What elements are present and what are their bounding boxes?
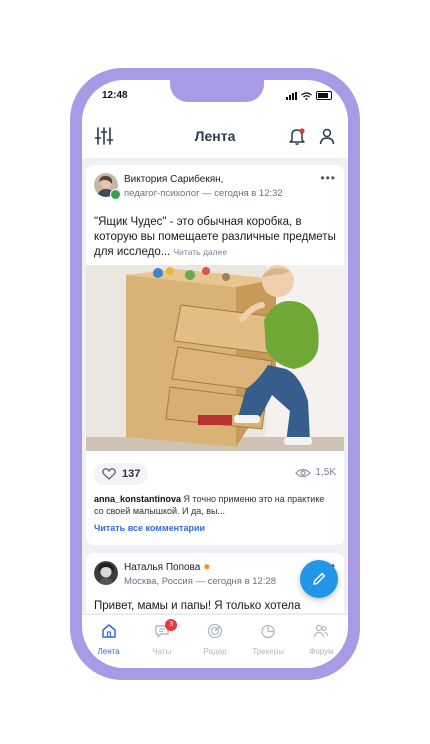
comment-preview: anna_konstantinova Я точно применю это н… xyxy=(94,493,330,517)
tab-label: Лента xyxy=(97,647,120,656)
read-more-link[interactable]: Читать далее xyxy=(174,247,228,257)
author-avatar[interactable] xyxy=(94,561,118,585)
post-meta: педагог-психолог — сегодня в 12:32 xyxy=(124,188,283,199)
tab-feed[interactable]: Лента xyxy=(82,615,135,668)
battery-icon xyxy=(316,91,332,100)
all-comments-link[interactable]: Читать все комментарии xyxy=(94,523,205,533)
tab-forum[interactable]: Форум xyxy=(295,615,348,668)
users-icon xyxy=(314,624,329,638)
views-count: 1,5K xyxy=(315,467,336,478)
tab-chats[interactable]: 3 Чаты xyxy=(135,615,188,668)
like-button[interactable]: 137 xyxy=(94,463,149,485)
post-card[interactable]: Виктория Сарибекян, педагог-психолог — с… xyxy=(86,165,344,545)
bottom-tab-bar: Лента 3 Чаты Радар Трекеры Форум xyxy=(82,614,348,668)
system-icons xyxy=(286,91,332,100)
feed: Виктория Сарибекян, педагог-психолог — с… xyxy=(82,159,348,613)
tab-radar[interactable]: Радар xyxy=(188,615,241,668)
radar-icon xyxy=(207,623,223,639)
post-text: "Ящик Чудес" - это обычная коробка, в ко… xyxy=(94,215,336,260)
tab-label: Чаты xyxy=(152,647,172,656)
app-header: Лента xyxy=(82,114,348,159)
phone-screen: 12:48 Лента Виктория Сарибекян, педагог-… xyxy=(82,80,348,668)
tab-trackers[interactable]: Трекеры xyxy=(242,615,295,668)
tab-label: Радар xyxy=(203,647,227,656)
status-time: 12:48 xyxy=(102,90,128,101)
post-author[interactable]: Наталья Попова ✸ xyxy=(124,562,211,573)
verified-badge xyxy=(110,189,121,200)
chat-unread-badge: 3 xyxy=(165,619,178,631)
bell-icon[interactable] xyxy=(288,127,306,145)
compose-button[interactable] xyxy=(300,560,338,598)
views-counter: 1,5K xyxy=(295,467,336,478)
comment-author[interactable]: anna_konstantinova xyxy=(94,494,181,504)
post-text: Привет, мамы и папы! Я только хотела xyxy=(94,600,301,612)
wifi-icon xyxy=(301,91,312,100)
signal-icon xyxy=(286,91,297,100)
tab-label: Форум xyxy=(309,647,334,656)
post-author-name: Наталья Попова xyxy=(124,562,201,573)
post-meta: Москва, Россия — сегодня в 12:28 xyxy=(124,576,277,587)
post-photo[interactable] xyxy=(86,265,344,451)
more-options-icon[interactable]: ••• xyxy=(320,171,336,185)
pie-chart-icon xyxy=(261,624,275,639)
like-count: 137 xyxy=(122,468,141,480)
profile-icon[interactable] xyxy=(318,127,336,145)
phone-frame: 12:48 Лента Виктория Сарибекян, педагог-… xyxy=(70,68,360,680)
camera-notch xyxy=(170,80,264,102)
eye-icon xyxy=(295,468,312,477)
pencil-icon xyxy=(313,572,326,585)
page-title: Лента xyxy=(194,128,236,144)
post-author[interactable]: Виктория Сарибекян, xyxy=(124,174,223,185)
sparkle-icon: ✸ xyxy=(203,562,211,572)
home-icon xyxy=(101,624,116,638)
tab-label: Трекеры xyxy=(252,647,284,656)
heart-icon xyxy=(102,468,116,480)
